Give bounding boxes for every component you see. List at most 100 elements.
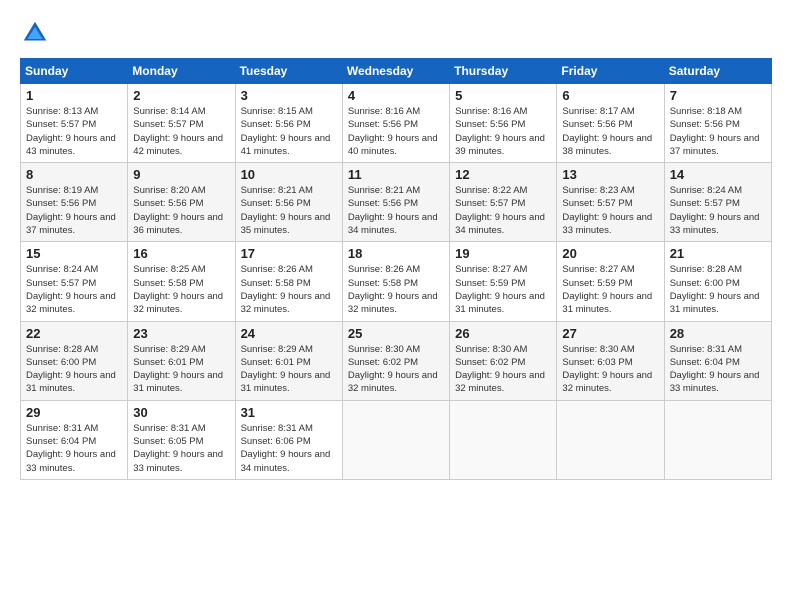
header: [20, 18, 772, 48]
day-number: 24: [241, 326, 337, 341]
day-number: 27: [562, 326, 658, 341]
calendar-cell: 3 Sunrise: 8:15 AM Sunset: 5:56 PM Dayli…: [235, 84, 342, 163]
day-info: Sunrise: 8:24 AM Sunset: 5:57 PM Dayligh…: [26, 263, 122, 316]
calendar-cell: 24 Sunrise: 8:29 AM Sunset: 6:01 PM Dayl…: [235, 321, 342, 400]
day-info: Sunrise: 8:30 AM Sunset: 6:03 PM Dayligh…: [562, 343, 658, 396]
day-number: 11: [348, 167, 444, 182]
day-info: Sunrise: 8:31 AM Sunset: 6:04 PM Dayligh…: [26, 422, 122, 475]
calendar-cell: 20 Sunrise: 8:27 AM Sunset: 5:59 PM Dayl…: [557, 242, 664, 321]
calendar-week-row: 1 Sunrise: 8:13 AM Sunset: 5:57 PM Dayli…: [21, 84, 772, 163]
day-number: 20: [562, 246, 658, 261]
weekday-header: Monday: [128, 59, 235, 84]
calendar-cell: 23 Sunrise: 8:29 AM Sunset: 6:01 PM Dayl…: [128, 321, 235, 400]
calendar-cell: 16 Sunrise: 8:25 AM Sunset: 5:58 PM Dayl…: [128, 242, 235, 321]
day-info: Sunrise: 8:30 AM Sunset: 6:02 PM Dayligh…: [348, 343, 444, 396]
calendar-cell: 12 Sunrise: 8:22 AM Sunset: 5:57 PM Dayl…: [450, 163, 557, 242]
calendar: SundayMondayTuesdayWednesdayThursdayFrid…: [20, 58, 772, 480]
calendar-cell: 26 Sunrise: 8:30 AM Sunset: 6:02 PM Dayl…: [450, 321, 557, 400]
day-info: Sunrise: 8:21 AM Sunset: 5:56 PM Dayligh…: [241, 184, 337, 237]
day-info: Sunrise: 8:19 AM Sunset: 5:56 PM Dayligh…: [26, 184, 122, 237]
day-number: 10: [241, 167, 337, 182]
calendar-cell: [342, 400, 449, 479]
day-number: 30: [133, 405, 229, 420]
day-number: 2: [133, 88, 229, 103]
day-number: 25: [348, 326, 444, 341]
calendar-week-row: 22 Sunrise: 8:28 AM Sunset: 6:00 PM Dayl…: [21, 321, 772, 400]
weekday-header: Friday: [557, 59, 664, 84]
day-number: 22: [26, 326, 122, 341]
day-info: Sunrise: 8:14 AM Sunset: 5:57 PM Dayligh…: [133, 105, 229, 158]
weekday-header-row: SundayMondayTuesdayWednesdayThursdayFrid…: [21, 59, 772, 84]
calendar-week-row: 15 Sunrise: 8:24 AM Sunset: 5:57 PM Dayl…: [21, 242, 772, 321]
day-number: 17: [241, 246, 337, 261]
day-number: 19: [455, 246, 551, 261]
weekday-header: Wednesday: [342, 59, 449, 84]
calendar-week-row: 8 Sunrise: 8:19 AM Sunset: 5:56 PM Dayli…: [21, 163, 772, 242]
day-number: 13: [562, 167, 658, 182]
day-info: Sunrise: 8:29 AM Sunset: 6:01 PM Dayligh…: [241, 343, 337, 396]
calendar-week-row: 29 Sunrise: 8:31 AM Sunset: 6:04 PM Dayl…: [21, 400, 772, 479]
calendar-cell: 27 Sunrise: 8:30 AM Sunset: 6:03 PM Dayl…: [557, 321, 664, 400]
day-info: Sunrise: 8:26 AM Sunset: 5:58 PM Dayligh…: [241, 263, 337, 316]
day-info: Sunrise: 8:30 AM Sunset: 6:02 PM Dayligh…: [455, 343, 551, 396]
day-info: Sunrise: 8:28 AM Sunset: 6:00 PM Dayligh…: [26, 343, 122, 396]
day-number: 28: [670, 326, 766, 341]
day-number: 21: [670, 246, 766, 261]
calendar-cell: 15 Sunrise: 8:24 AM Sunset: 5:57 PM Dayl…: [21, 242, 128, 321]
calendar-cell: 9 Sunrise: 8:20 AM Sunset: 5:56 PM Dayli…: [128, 163, 235, 242]
calendar-cell: 28 Sunrise: 8:31 AM Sunset: 6:04 PM Dayl…: [664, 321, 771, 400]
logo-icon: [20, 18, 50, 48]
calendar-cell: 6 Sunrise: 8:17 AM Sunset: 5:56 PM Dayli…: [557, 84, 664, 163]
calendar-cell: 18 Sunrise: 8:26 AM Sunset: 5:58 PM Dayl…: [342, 242, 449, 321]
weekday-header: Saturday: [664, 59, 771, 84]
calendar-cell: 21 Sunrise: 8:28 AM Sunset: 6:00 PM Dayl…: [664, 242, 771, 321]
day-number: 16: [133, 246, 229, 261]
day-number: 12: [455, 167, 551, 182]
day-info: Sunrise: 8:15 AM Sunset: 5:56 PM Dayligh…: [241, 105, 337, 158]
calendar-cell: [664, 400, 771, 479]
day-info: Sunrise: 8:21 AM Sunset: 5:56 PM Dayligh…: [348, 184, 444, 237]
calendar-cell: 11 Sunrise: 8:21 AM Sunset: 5:56 PM Dayl…: [342, 163, 449, 242]
page: SundayMondayTuesdayWednesdayThursdayFrid…: [0, 0, 792, 612]
day-info: Sunrise: 8:28 AM Sunset: 6:00 PM Dayligh…: [670, 263, 766, 316]
day-number: 14: [670, 167, 766, 182]
calendar-cell: 7 Sunrise: 8:18 AM Sunset: 5:56 PM Dayli…: [664, 84, 771, 163]
day-number: 8: [26, 167, 122, 182]
day-number: 26: [455, 326, 551, 341]
calendar-cell: [557, 400, 664, 479]
day-info: Sunrise: 8:26 AM Sunset: 5:58 PM Dayligh…: [348, 263, 444, 316]
calendar-cell: 25 Sunrise: 8:30 AM Sunset: 6:02 PM Dayl…: [342, 321, 449, 400]
calendar-cell: 14 Sunrise: 8:24 AM Sunset: 5:57 PM Dayl…: [664, 163, 771, 242]
day-info: Sunrise: 8:17 AM Sunset: 5:56 PM Dayligh…: [562, 105, 658, 158]
day-number: 3: [241, 88, 337, 103]
day-number: 7: [670, 88, 766, 103]
day-number: 23: [133, 326, 229, 341]
day-info: Sunrise: 8:16 AM Sunset: 5:56 PM Dayligh…: [455, 105, 551, 158]
calendar-cell: 10 Sunrise: 8:21 AM Sunset: 5:56 PM Dayl…: [235, 163, 342, 242]
day-info: Sunrise: 8:29 AM Sunset: 6:01 PM Dayligh…: [133, 343, 229, 396]
calendar-cell: 31 Sunrise: 8:31 AM Sunset: 6:06 PM Dayl…: [235, 400, 342, 479]
calendar-cell: 2 Sunrise: 8:14 AM Sunset: 5:57 PM Dayli…: [128, 84, 235, 163]
calendar-cell: 17 Sunrise: 8:26 AM Sunset: 5:58 PM Dayl…: [235, 242, 342, 321]
day-info: Sunrise: 8:24 AM Sunset: 5:57 PM Dayligh…: [670, 184, 766, 237]
calendar-cell: 8 Sunrise: 8:19 AM Sunset: 5:56 PM Dayli…: [21, 163, 128, 242]
day-number: 5: [455, 88, 551, 103]
day-info: Sunrise: 8:27 AM Sunset: 5:59 PM Dayligh…: [455, 263, 551, 316]
calendar-cell: 22 Sunrise: 8:28 AM Sunset: 6:00 PM Dayl…: [21, 321, 128, 400]
day-info: Sunrise: 8:13 AM Sunset: 5:57 PM Dayligh…: [26, 105, 122, 158]
day-number: 15: [26, 246, 122, 261]
day-info: Sunrise: 8:31 AM Sunset: 6:06 PM Dayligh…: [241, 422, 337, 475]
day-number: 6: [562, 88, 658, 103]
day-number: 4: [348, 88, 444, 103]
day-info: Sunrise: 8:31 AM Sunset: 6:05 PM Dayligh…: [133, 422, 229, 475]
calendar-cell: 13 Sunrise: 8:23 AM Sunset: 5:57 PM Dayl…: [557, 163, 664, 242]
calendar-cell: 5 Sunrise: 8:16 AM Sunset: 5:56 PM Dayli…: [450, 84, 557, 163]
day-info: Sunrise: 8:31 AM Sunset: 6:04 PM Dayligh…: [670, 343, 766, 396]
day-info: Sunrise: 8:27 AM Sunset: 5:59 PM Dayligh…: [562, 263, 658, 316]
weekday-header: Thursday: [450, 59, 557, 84]
logo: [20, 18, 54, 48]
calendar-cell: 1 Sunrise: 8:13 AM Sunset: 5:57 PM Dayli…: [21, 84, 128, 163]
day-number: 31: [241, 405, 337, 420]
day-info: Sunrise: 8:18 AM Sunset: 5:56 PM Dayligh…: [670, 105, 766, 158]
day-number: 18: [348, 246, 444, 261]
